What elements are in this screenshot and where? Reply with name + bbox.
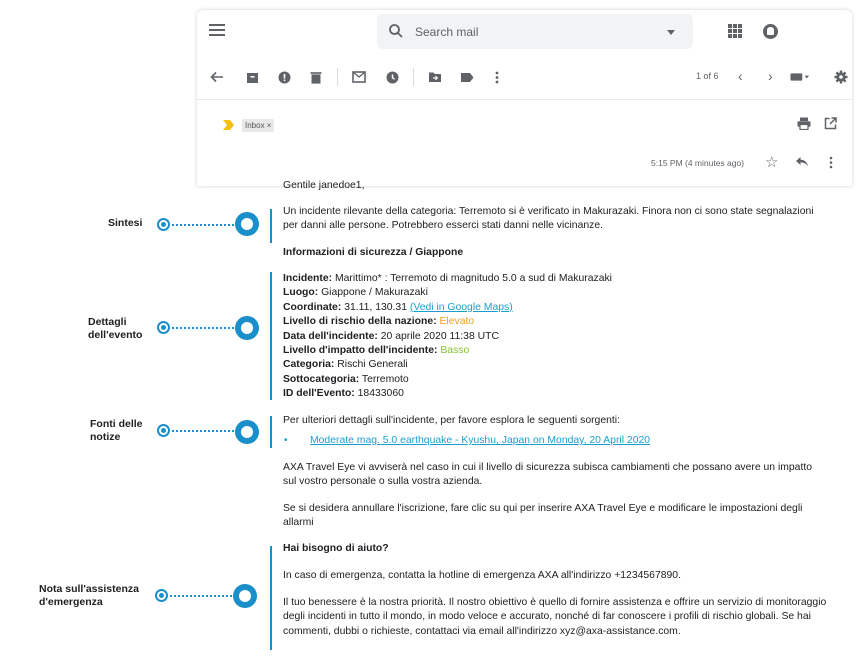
toolbar-divider — [337, 68, 338, 86]
message-toolbar: 1 of 6 ‹ › — [197, 54, 852, 100]
star-icon[interactable]: ☆ — [765, 155, 778, 170]
unsubscribe-text: Se si desidera annullare l'iscrizione, f… — [283, 503, 803, 529]
annotation-details-marker — [235, 316, 259, 340]
summary-text: Un incidente rilevante della categoria: … — [283, 206, 814, 232]
annotation-details-label: Dettagli dell'evento — [88, 316, 143, 341]
message-header: Inbox × 5:15 PM (4 minutes ago) ☆ — [197, 100, 852, 186]
annotation-emergency-dot — [155, 589, 168, 602]
event-details: Incidente: Marittimo* : Terremoto di mag… — [283, 272, 828, 402]
annotation-details-dot — [157, 321, 170, 334]
settings-icon[interactable] — [831, 67, 851, 87]
annotation-summary-dot — [157, 218, 170, 231]
detail-category: Categoria: Rischi Generali — [283, 359, 408, 371]
greeting: Gentile janedoe1, — [283, 180, 365, 191]
detail-place: Luogo: Giappone / Makurazaki — [283, 287, 428, 299]
mark-unread-icon[interactable] — [349, 67, 369, 87]
wellbeing-text: Il tuo benessere è la nostra priorità. I… — [283, 597, 827, 637]
apps-grid-icon[interactable] — [728, 24, 742, 38]
open-new-window-icon[interactable] — [824, 117, 837, 130]
annotation-emergency-marker — [233, 584, 257, 608]
message-more-icon[interactable] — [829, 156, 833, 169]
label-icon[interactable] — [457, 67, 477, 87]
snooze-icon[interactable] — [382, 67, 402, 87]
annotation-emergency-connector — [170, 595, 232, 597]
detail-incident: Incidente: Marittimo* : Terremoto di mag… — [283, 273, 612, 284]
search-bar[interactable]: Search mail — [377, 14, 693, 49]
toolbar-divider — [413, 68, 414, 86]
details-bar — [270, 272, 272, 400]
source-list-item: • Moderate mag. 5.0 earthquake - Kyushu, … — [284, 435, 651, 446]
annotation-sources-marker — [235, 420, 259, 444]
search-input[interactable]: Search mail — [415, 25, 478, 39]
annotation-sources-connector — [172, 430, 234, 432]
older-icon[interactable]: › — [768, 68, 773, 84]
search-options-icon[interactable] — [667, 30, 675, 35]
search-icon — [389, 24, 403, 38]
archive-icon[interactable] — [242, 67, 262, 87]
annotation-sources-label: Fonti delle notize — [90, 418, 143, 443]
top-bar: Search mail — [197, 10, 852, 54]
notifications-icon[interactable] — [763, 24, 778, 39]
annotation-summary-connector — [172, 224, 234, 226]
detail-coordinates: Coordinate: 31.11, 130.31 (Vedi in Googl… — [283, 301, 513, 313]
delete-icon[interactable] — [306, 67, 326, 87]
google-maps-link[interactable]: (Vedi in Google Maps) — [410, 302, 513, 313]
gmail-window: Search mail 1 of 6 ‹ › Inbox × 5:15 PM (… — [197, 10, 852, 186]
source-link[interactable]: Moderate mag. 5.0 earthquake - Kyushu, J… — [310, 435, 650, 446]
annotation-sources-dot — [157, 424, 170, 437]
back-icon[interactable] — [207, 67, 227, 87]
detail-subcategory: Sottocategoria: Terremoto — [283, 373, 409, 385]
message-count: 1 of 6 — [696, 71, 719, 81]
annotation-summary-label: Sintesi — [108, 217, 143, 229]
spam-icon[interactable] — [274, 67, 294, 87]
sources-intro: Per ulteriori dettagli sull'incidente, p… — [283, 415, 620, 426]
emergency-bar — [270, 546, 272, 650]
emergency-text: In caso di emergenza, contatta la hotlin… — [283, 570, 681, 581]
detail-event-id: ID dell'Evento: 18433060 — [283, 388, 404, 400]
help-heading: Hai bisogno di aiuto? — [283, 543, 389, 554]
notify-text: AXA Travel Eye vi avviserà nel caso in c… — [283, 462, 813, 488]
security-heading: Informazioni di sicurezza / Giappone — [283, 247, 464, 258]
important-marker-icon[interactable] — [223, 120, 235, 130]
annotation-summary-marker — [235, 212, 259, 236]
newer-icon[interactable]: ‹ — [738, 68, 743, 84]
input-tools-icon[interactable] — [790, 67, 810, 87]
annotation-details-connector — [172, 327, 234, 329]
message-timestamp: 5:15 PM (4 minutes ago) — [651, 158, 745, 168]
summary-bar — [270, 209, 272, 243]
menu-icon[interactable] — [209, 24, 225, 38]
detail-risk-level: Livello di rischio della nazione: Elevat… — [283, 316, 475, 328]
sources-bar — [270, 416, 272, 448]
detail-date: Data dell'incidente: 20 aprile 2020 11:3… — [283, 330, 499, 342]
annotation-emergency-label: Nota sull'assistenza d'emergenza — [39, 583, 139, 608]
detail-impact-level: Livello d'impatto dell'incidente: Basso — [283, 345, 470, 357]
more-vert-icon[interactable] — [487, 67, 507, 87]
print-icon[interactable] — [797, 117, 811, 130]
inbox-label-chip[interactable]: Inbox × — [242, 119, 275, 132]
move-to-icon[interactable] — [425, 67, 445, 87]
reply-icon[interactable] — [795, 156, 809, 167]
